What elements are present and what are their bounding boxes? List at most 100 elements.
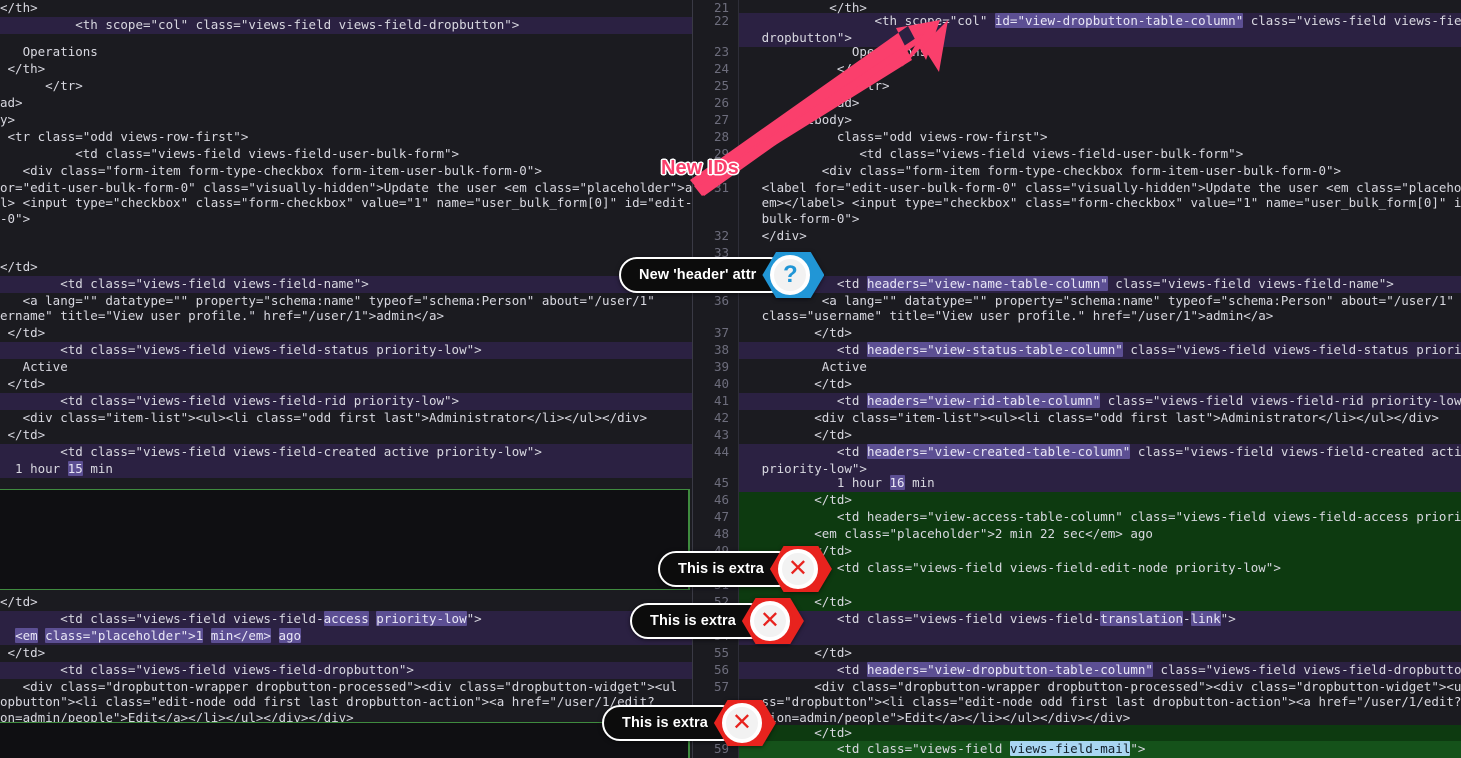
callout-extra-2[interactable]: This is extra ✕: [630, 603, 804, 639]
right-line-highlight: [693, 628, 1461, 645]
x-mark-icon: ✕: [760, 609, 780, 633]
x-badge-3: ✕: [714, 699, 776, 747]
code-line: <td class="views-field views-field-statu…: [0, 342, 692, 359]
code-line: <td class="views-field views-field-user-…: [739, 146, 1461, 163]
code-line: ername" title="View user profile." href=…: [0, 308, 692, 325]
question-badge: ?: [762, 251, 824, 299]
diff-viewer-root: </th> <th scope="col" class="views-field…: [0, 0, 1461, 758]
selection-highlight: views-field-mail: [1010, 741, 1130, 756]
code-line: </td>: [739, 543, 1461, 560]
code-line: <tbody>: [739, 112, 1461, 129]
line-number: 43: [693, 427, 729, 444]
code-line: -0">: [0, 211, 692, 228]
callout-extra-1[interactable]: This is extra ✕: [658, 551, 832, 587]
line-number: 40: [693, 376, 729, 393]
line-number: 25: [693, 78, 729, 95]
line-number: 41: [693, 393, 729, 410]
line-number-gutter: 2122232425262728293132333435363738394041…: [693, 0, 739, 758]
line-number: 56: [693, 662, 729, 679]
code-line: y>: [0, 112, 692, 129]
code-line: <td class="views-field views-field-creat…: [0, 444, 692, 461]
left-code-pane[interactable]: </th> <th scope="col" class="views-field…: [0, 0, 692, 758]
code-line: <td headers="view-dropbutton-table-colum…: [739, 662, 1461, 679]
code-line: <td headers="view-name-table-column" cla…: [739, 276, 1461, 293]
attr-token-highlight: headers="view-created-table-column": [867, 444, 1130, 459]
code-line: </thead>: [739, 95, 1461, 112]
code-line: <td class="views-field views-field-trans…: [739, 611, 1461, 628]
line-number: 26: [693, 95, 729, 112]
code-line: <th scope="col" class="views-field views…: [0, 17, 692, 34]
code-line: Operations: [739, 44, 1461, 61]
line-number: 32: [693, 228, 729, 245]
line-number: 47: [693, 509, 729, 526]
code-line: <td class="views-field views-field-dropb…: [0, 662, 692, 679]
right-code-pane[interactable]: 2122232425262728293132333435363738394041…: [693, 0, 1461, 758]
left-removed-block-2: [0, 722, 690, 758]
code-line: </td>: [739, 427, 1461, 444]
code-line: <tr class="odd views-row-first">: [0, 129, 692, 146]
attr-token-highlight: headers="view-status-table-column": [867, 342, 1123, 357]
code-line: <div class="item-list"><ul><li class="od…: [739, 410, 1461, 427]
code-line: </td>: [0, 427, 692, 444]
code-line: l> <input type="checkbox" class="form-ch…: [0, 195, 692, 212]
code-line: <td class="views-field views-field-acces…: [0, 611, 692, 628]
code-line: </th>: [0, 61, 692, 78]
line-number: 48: [693, 526, 729, 543]
line-number: 45: [693, 475, 729, 492]
code-line: </tr>: [739, 78, 1461, 95]
line-number: 38: [693, 342, 729, 359]
code-line: class="odd views-row-first">: [739, 129, 1461, 146]
code-line: </tr>: [0, 78, 692, 95]
code-line: ad>: [0, 95, 692, 112]
attr-token-highlight: headers="view-rid-table-column": [867, 393, 1100, 408]
line-number: 37: [693, 325, 729, 342]
token-highlight: 15: [68, 461, 83, 476]
line-number: 36: [693, 293, 729, 310]
attr-token-highlight: id="view-dropbutton-table-column": [995, 13, 1243, 28]
code-line: <div class="form-item form-type-checkbox…: [0, 163, 692, 180]
line-number: 42: [693, 410, 729, 427]
callout-new-header-attr[interactable]: New 'header' attr ?: [619, 257, 824, 293]
code-line: <div class="form-item form-type-checkbox…: [739, 163, 1461, 180]
code-line: </td>: [0, 325, 692, 342]
callout-extra-3[interactable]: This is extra ✕: [602, 705, 776, 741]
x-badge-2: ✕: [742, 597, 804, 645]
code-line: <td headers="view-access-table-column" c…: [739, 509, 1461, 526]
code-line: </td>: [0, 645, 692, 662]
line-number: 55: [693, 645, 729, 662]
code-line: <em class="placeholder">2 min 22 sec</em…: [739, 526, 1461, 543]
x-mark-icon: ✕: [732, 711, 752, 735]
code-line: em></label> <input type="checkbox" class…: [739, 195, 1461, 212]
code-line: opbutton"><li class="edit-node odd first…: [0, 694, 692, 711]
code-line: <td headers="view-created-table-column" …: [739, 444, 1461, 461]
code-line: <td class="views-field views-field-mail"…: [739, 741, 1461, 758]
code-line: class="username" title="View user profil…: [739, 308, 1461, 325]
line-number: 44: [693, 444, 729, 461]
line-number: 57: [693, 679, 729, 696]
code-line: 1 hour 16 min: [739, 475, 1461, 492]
code-line: </td>: [0, 376, 692, 393]
left-removed-block-1: [0, 489, 690, 590]
code-line: <td class="views-field views-field-edit-…: [739, 560, 1461, 577]
code-line: </td>: [0, 594, 692, 611]
attr-token-highlight: headers="view-dropbutton-table-column": [867, 662, 1153, 677]
code-line: </td>: [739, 325, 1461, 342]
code-line: </div>: [739, 228, 1461, 245]
code-line: <td class="views-field views-field-name"…: [0, 276, 692, 293]
new-ids-label: New IDs: [661, 157, 739, 180]
code-line: <div class="item-list"><ul><li class="od…: [0, 410, 692, 427]
code-line: </th>: [0, 0, 692, 17]
code-line: <td class="views-field views-field-user-…: [0, 146, 692, 163]
line-number: 28: [693, 129, 729, 146]
token-highlight: 16: [890, 475, 905, 490]
code-line: Operations: [0, 44, 692, 61]
code-line: 1 hour 15 min: [0, 461, 692, 478]
code-line: ss="dropbutton"><li class="edit-node odd…: [739, 694, 1461, 711]
code-line: </td>: [739, 376, 1461, 393]
code-line: <td headers="view-rid-table-column" clas…: [739, 393, 1461, 410]
line-number: 46: [693, 492, 729, 509]
code-line: Active: [739, 359, 1461, 376]
code-line: </th>: [739, 61, 1461, 78]
line-number: 31: [693, 180, 729, 197]
code-line: </td>: [739, 594, 1461, 611]
